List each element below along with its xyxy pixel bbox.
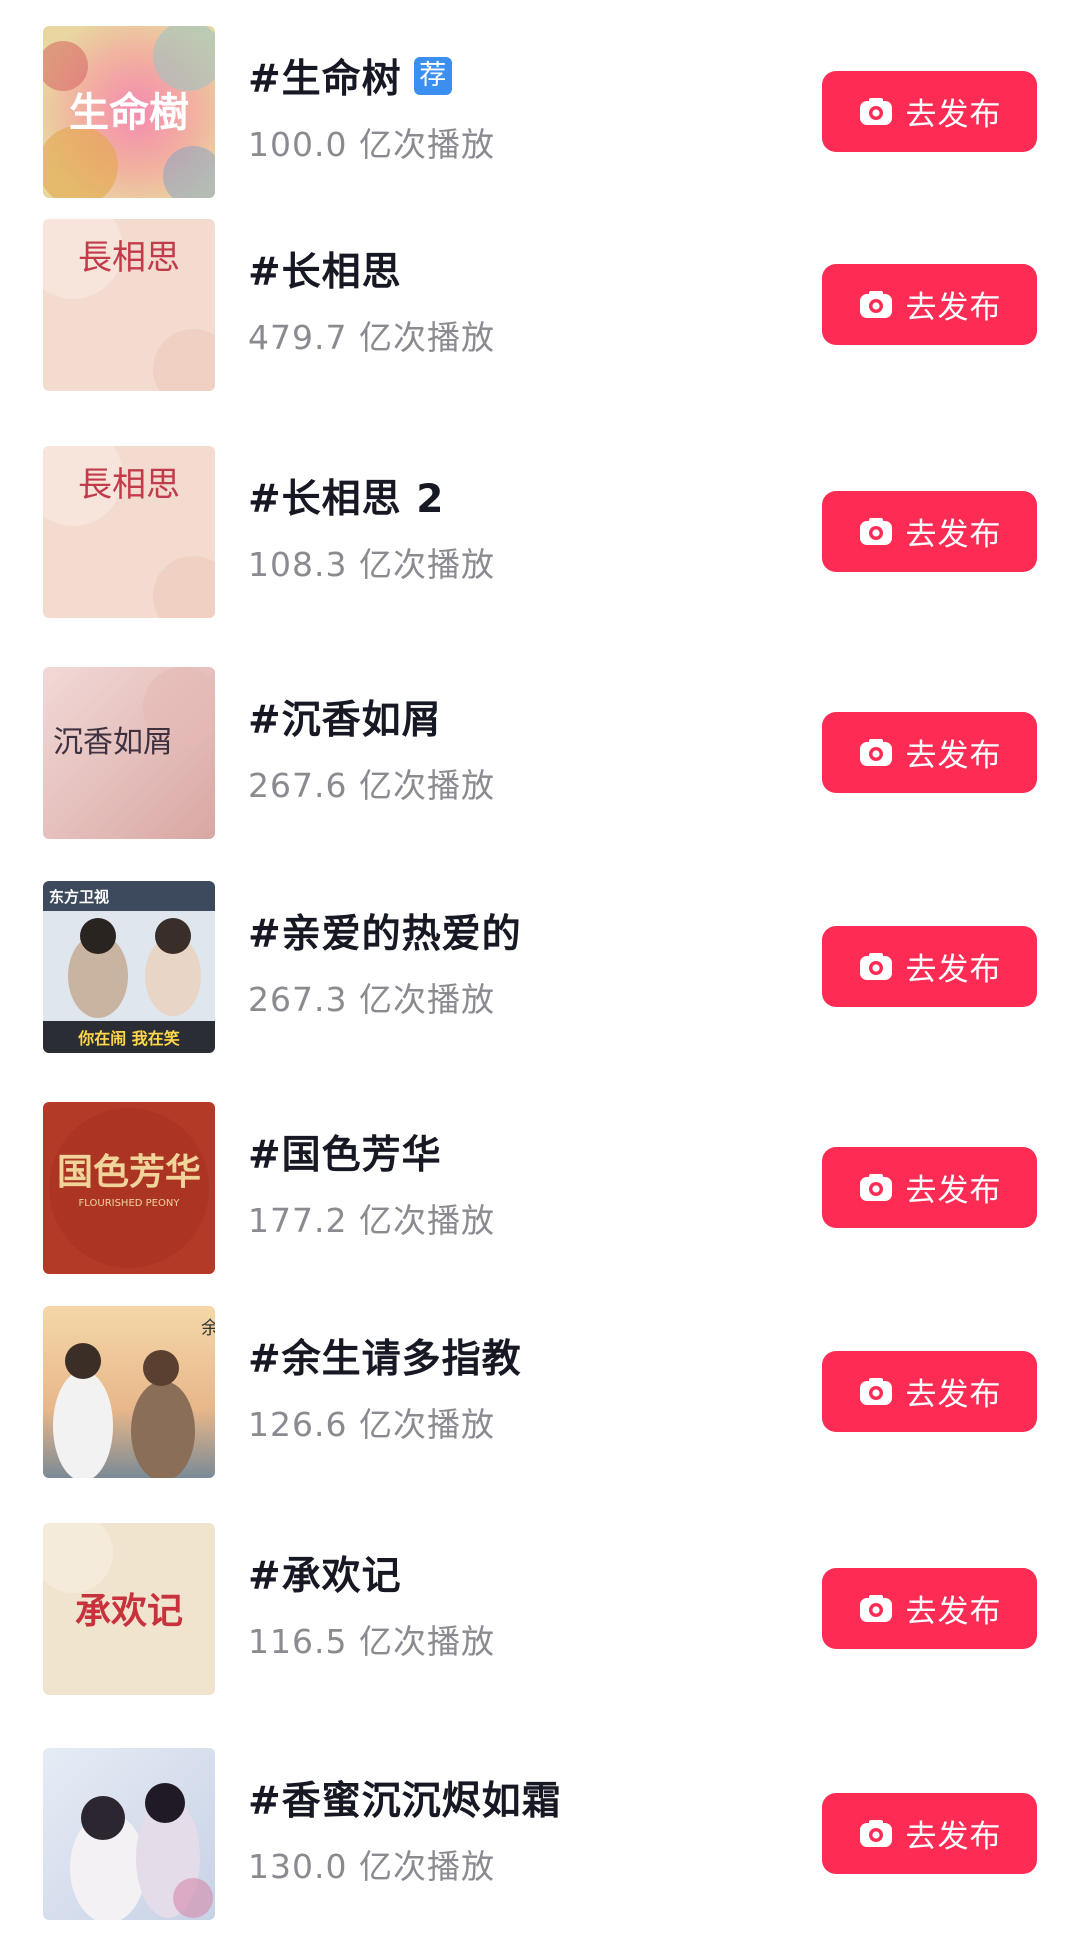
topic-title-line: #承欢记 <box>248 1545 402 1601</box>
svg-text:生命樹: 生命樹 <box>69 89 189 136</box>
poster-image: 長相思 <box>43 446 215 618</box>
publish-button-label: 去发布 <box>905 738 1002 774</box>
topic-title[interactable]: #生命树 <box>248 48 402 104</box>
topic-thumbnail[interactable]: 長相思 <box>43 219 215 391</box>
svg-text:沉香如屑: 沉香如屑 <box>53 725 173 760</box>
publish-button[interactable]: 去发布 <box>822 1351 1037 1432</box>
topic-thumbnail[interactable] <box>43 1748 215 1920</box>
topic-thumbnail[interactable]: 东方卫视 你在闹 我在笑 <box>43 881 215 1053</box>
publish-button-label: 去发布 <box>905 1173 1002 1209</box>
recommended-badge: 荐 <box>413 57 452 95</box>
camera-icon <box>858 1816 894 1852</box>
topic-title-line: #亲爱的热爱的 <box>248 903 522 959</box>
topic-row[interactable]: 長相思 #长相思 479.7 亿次播放 去发布 <box>0 219 1080 391</box>
publish-button-label: 去发布 <box>905 517 1002 553</box>
svg-text:你在闹 我在笑: 你在闹 我在笑 <box>77 1029 180 1048</box>
publish-button[interactable]: 去发布 <box>822 264 1037 345</box>
publish-button[interactable]: 去发布 <box>822 926 1037 1007</box>
play-count: 100.0 亿次播放 <box>248 125 495 164</box>
topic-title-line: #沉香如屑 <box>248 689 442 745</box>
topic-title-line: #长相思 2 <box>248 468 444 524</box>
topic-thumbnail[interactable]: 長相思 <box>43 446 215 618</box>
topic-row[interactable]: 余生 #余生请多指教 126.6 亿次播放 去发布 <box>0 1306 1080 1478</box>
play-count: 177.2 亿次播放 <box>248 1201 495 1240</box>
svg-text:長相思: 長相思 <box>78 465 180 505</box>
camera-icon <box>858 94 894 130</box>
topic-title[interactable]: #亲爱的热爱的 <box>248 903 522 959</box>
svg-text:長相思: 長相思 <box>78 238 180 278</box>
camera-icon <box>858 1374 894 1410</box>
topic-thumbnail[interactable]: 承欢记 <box>43 1523 215 1695</box>
svg-text:余生: 余生 <box>201 1318 215 1339</box>
svg-text:FLOURISHED PEONY: FLOURISHED PEONY <box>79 1198 181 1209</box>
topic-thumbnail[interactable]: 余生 <box>43 1306 215 1478</box>
topic-title[interactable]: #国色芳华 <box>248 1124 442 1180</box>
topic-row[interactable]: 長相思 #长相思 2 108.3 亿次播放 去发布 <box>0 446 1080 618</box>
play-count: 116.5 亿次播放 <box>248 1622 495 1661</box>
topic-title[interactable]: #长相思 2 <box>248 468 444 524</box>
play-count: 267.3 亿次播放 <box>248 980 495 1019</box>
publish-button[interactable]: 去发布 <box>822 1568 1037 1649</box>
poster-image <box>43 1748 215 1920</box>
publish-button[interactable]: 去发布 <box>822 1147 1037 1228</box>
topic-row[interactable]: 承欢记 #承欢记 116.5 亿次播放 去发布 <box>0 1523 1080 1695</box>
poster-image: 沉香如屑 <box>43 667 215 839</box>
poster-image: 承欢记 <box>43 1523 215 1695</box>
topic-row[interactable]: 生命樹 #生命树 荐 100.0 亿次播放 去发布 <box>0 26 1080 198</box>
poster-image: 生命樹 <box>43 26 215 198</box>
publish-button-label: 去发布 <box>905 97 1002 133</box>
topic-title-line: #生命树 荐 <box>248 48 452 104</box>
topic-row[interactable]: 东方卫视 你在闹 我在笑 #亲爱的热爱的 267.3 亿次播放 去发布 <box>0 881 1080 1053</box>
publish-button-label: 去发布 <box>905 1594 1002 1630</box>
topic-title[interactable]: #沉香如屑 <box>248 689 442 745</box>
poster-image: 国色芳华 FLOURISHED PEONY <box>43 1102 215 1274</box>
camera-icon <box>858 1591 894 1627</box>
svg-text:承欢记: 承欢记 <box>75 1590 183 1632</box>
publish-button[interactable]: 去发布 <box>822 1793 1037 1874</box>
topic-title[interactable]: #长相思 <box>248 241 402 297</box>
publish-button-label: 去发布 <box>905 1819 1002 1855</box>
play-count: 479.7 亿次播放 <box>248 318 495 357</box>
topic-list: 生命樹 #生命树 荐 100.0 亿次播放 去发布 長相思 #长相思 479.7… <box>0 0 1080 1945</box>
play-count: 267.6 亿次播放 <box>248 766 495 805</box>
publish-button-label: 去发布 <box>905 952 1002 988</box>
svg-text:国色芳华: 国色芳华 <box>57 1151 201 1193</box>
camera-icon <box>858 287 894 323</box>
topic-thumbnail[interactable]: 沉香如屑 <box>43 667 215 839</box>
topic-title-line: #余生请多指教 <box>248 1328 522 1384</box>
topic-row[interactable]: 沉香如屑 #沉香如屑 267.6 亿次播放 去发布 <box>0 667 1080 839</box>
topic-thumbnail[interactable]: 国色芳华 FLOURISHED PEONY <box>43 1102 215 1274</box>
publish-button[interactable]: 去发布 <box>822 71 1037 152</box>
publish-button-label: 去发布 <box>905 290 1002 326</box>
topic-title[interactable]: #香蜜沉沉烬如霜 <box>248 1770 562 1826</box>
camera-icon <box>858 949 894 985</box>
play-count: 130.0 亿次播放 <box>248 1847 495 1886</box>
topic-row[interactable]: 国色芳华 FLOURISHED PEONY #国色芳华 177.2 亿次播放 去… <box>0 1102 1080 1274</box>
topic-row[interactable]: #香蜜沉沉烬如霜 130.0 亿次播放 去发布 <box>0 1748 1080 1920</box>
camera-icon <box>858 514 894 550</box>
poster-image: 东方卫视 你在闹 我在笑 <box>43 881 215 1053</box>
publish-button-label: 去发布 <box>905 1377 1002 1413</box>
topic-title-line: #长相思 <box>248 241 402 297</box>
topic-title[interactable]: #承欢记 <box>248 1545 402 1601</box>
topic-title-line: #香蜜沉沉烬如霜 <box>248 1770 562 1826</box>
svg-text:东方卫视: 东方卫视 <box>49 888 109 906</box>
publish-button[interactable]: 去发布 <box>822 491 1037 572</box>
poster-image: 余生 <box>43 1306 215 1478</box>
camera-icon <box>858 735 894 771</box>
play-count: 126.6 亿次播放 <box>248 1405 495 1444</box>
poster-image: 長相思 <box>43 219 215 391</box>
play-count: 108.3 亿次播放 <box>248 545 495 584</box>
camera-icon <box>858 1170 894 1206</box>
topic-title[interactable]: #余生请多指教 <box>248 1328 522 1384</box>
topic-title-line: #国色芳华 <box>248 1124 442 1180</box>
publish-button[interactable]: 去发布 <box>822 712 1037 793</box>
topic-thumbnail[interactable]: 生命樹 <box>43 26 215 198</box>
